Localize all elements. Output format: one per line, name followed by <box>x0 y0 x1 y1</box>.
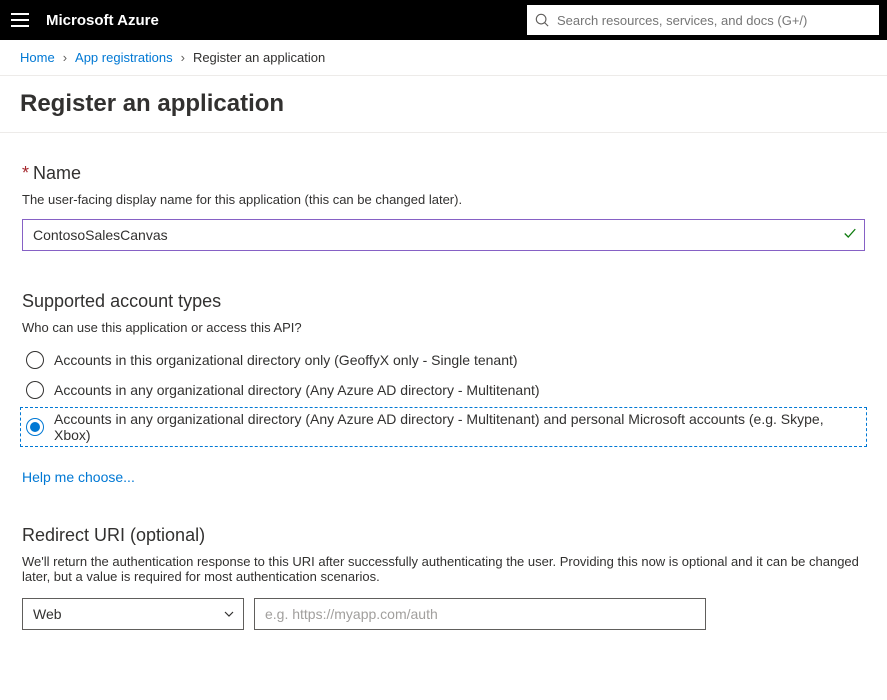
account-type-multitenant-personal[interactable]: Accounts in any organizational directory… <box>22 409 865 445</box>
radio-label: Accounts in any organizational directory… <box>54 382 540 398</box>
account-type-multitenant[interactable]: Accounts in any organizational directory… <box>22 379 865 401</box>
name-description: The user-facing display name for this ap… <box>22 192 865 207</box>
menu-toggle-icon[interactable] <box>8 8 32 32</box>
required-indicator: * <box>22 163 29 183</box>
radio-icon <box>26 351 44 369</box>
app-name-input[interactable] <box>22 219 865 251</box>
platform-select-value: Web <box>33 606 62 622</box>
account-types-description: Who can use this application or access t… <box>22 320 865 335</box>
account-types-section: Supported account types Who can use this… <box>22 291 865 485</box>
global-search[interactable] <box>527 5 879 35</box>
breadcrumb: Home › App registrations › Register an a… <box>0 40 887 76</box>
search-icon <box>535 13 549 27</box>
radio-icon <box>26 381 44 399</box>
name-section: *Name The user-facing display name for t… <box>22 163 865 251</box>
brand-label: Microsoft Azure <box>46 12 159 29</box>
radio-icon <box>26 418 44 436</box>
account-types-radio-group: Accounts in this organizational director… <box>22 349 865 445</box>
breadcrumb-separator: › <box>63 50 67 65</box>
form-content: *Name The user-facing display name for t… <box>0 133 887 700</box>
redirect-uri-input[interactable] <box>254 598 706 630</box>
help-me-choose-link[interactable]: Help me choose... <box>22 469 135 485</box>
platform-select[interactable]: Web <box>22 598 244 630</box>
radio-label: Accounts in any organizational directory… <box>54 411 861 443</box>
breadcrumb-current: Register an application <box>193 50 325 65</box>
check-icon <box>843 227 857 244</box>
name-label: *Name <box>22 163 865 184</box>
redirect-uri-title: Redirect URI (optional) <box>22 525 865 546</box>
chevron-down-icon <box>223 608 235 620</box>
radio-label: Accounts in this organizational director… <box>54 352 518 368</box>
breadcrumb-separator: › <box>181 50 185 65</box>
redirect-uri-description: We'll return the authentication response… <box>22 554 865 584</box>
account-types-title: Supported account types <box>22 291 865 312</box>
breadcrumb-app-registrations[interactable]: App registrations <box>75 50 173 65</box>
redirect-uri-section: Redirect URI (optional) We'll return the… <box>22 525 865 630</box>
global-search-input[interactable] <box>557 13 871 28</box>
top-bar: Microsoft Azure <box>0 0 887 40</box>
account-type-single-tenant[interactable]: Accounts in this organizational director… <box>22 349 865 371</box>
breadcrumb-home[interactable]: Home <box>20 50 55 65</box>
page-title: Register an application <box>0 76 887 133</box>
